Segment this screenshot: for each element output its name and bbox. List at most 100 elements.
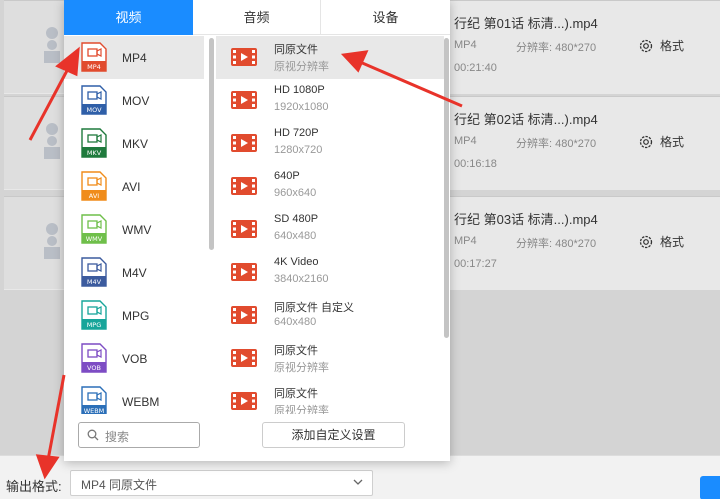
file-format-badge: AVI (89, 192, 99, 200)
quality-item[interactable]: 640P 960x640 (216, 165, 444, 208)
film-icon (231, 177, 257, 195)
file-format-icon: WMV (81, 214, 107, 244)
quality-item[interactable]: 同原文件 原视分辨率 (216, 36, 444, 79)
file-format-icon: M4V (81, 257, 107, 287)
quality-resolution: 640x480 (274, 230, 317, 242)
file-thumbnail (4, 197, 66, 289)
format-list-scrollbar[interactable] (209, 38, 214, 250)
file-format-badge: MPG (87, 321, 102, 329)
chevron-down-icon (353, 479, 363, 485)
film-icon (231, 263, 257, 281)
format-item-mp4[interactable]: MP4 MP4 (64, 36, 204, 79)
gear-icon (639, 39, 653, 52)
tab-device[interactable]: 设备 (321, 0, 450, 35)
file-format-badge: WMV (86, 235, 103, 243)
format-item-mpg[interactable]: MPG MPG (64, 294, 204, 337)
film-icon (231, 91, 257, 109)
file-resolution: 分辨率: 480*270 (516, 138, 597, 150)
file-format-icon: MKV (81, 128, 107, 158)
format-name: MKV (122, 137, 149, 151)
quality-resolution: 1280x720 (274, 144, 323, 156)
file-duration: 00:16:18 (454, 158, 497, 170)
format-item-vob[interactable]: VOB VOB (64, 337, 204, 380)
quality-item[interactable]: HD 1080P 1920x1080 (216, 79, 444, 122)
search-icon (87, 429, 99, 441)
file-format-icon: VOB (81, 343, 107, 373)
format-item-mov[interactable]: MOV MOV (64, 79, 204, 122)
file-format-badge: VOB (87, 364, 101, 372)
quality-list: 同原文件 原视分辨率 HD 1080P 1920x1080 HD 720P 1280x72… (216, 36, 444, 414)
format-list: MP4 MP4 MOV MOV MKV MKV AVI AVI WMV WMV M4V M4V MPG M… (64, 36, 214, 414)
quality-resolution: 原视分辨率 (274, 362, 329, 374)
quality-name: 同原文件 (274, 44, 318, 56)
quality-resolution: 1920x1080 (274, 101, 329, 113)
quality-list-scrollbar[interactable] (444, 38, 449, 338)
file-title: 行纪 第03话 标清...).mp4 (454, 212, 598, 227)
tab-audio[interactable]: 音频 (193, 0, 321, 35)
bottom-bar: 输出格式: MP4 同原文件 (0, 455, 720, 499)
file-format-badge: MOV (86, 106, 102, 114)
file-format-icon: MP4 (81, 42, 107, 72)
search-input[interactable]: 搜索 (78, 422, 200, 448)
quality-name: SD 480P (274, 213, 319, 225)
quality-item[interactable]: SD 480P 640x480 (216, 208, 444, 251)
search-placeholder: 搜索 (105, 430, 130, 444)
film-icon (231, 134, 257, 152)
quality-item[interactable]: HD 720P 1280x720 (216, 122, 444, 165)
file-resolution: 分辨率: 480*270 (516, 42, 597, 54)
format-settings-button[interactable]: 格式 (638, 133, 684, 150)
format-name: WEBM (122, 395, 160, 409)
quality-item[interactable]: 同原文件 原视分辨率 (216, 380, 444, 414)
quality-name: HD 1080P (274, 84, 325, 96)
format-settings-button[interactable]: 格式 (638, 37, 684, 54)
file-format-icon: MOV (81, 85, 107, 115)
quality-name: 同原文件 (274, 345, 318, 357)
quality-name: 同原文件 自定义 (274, 302, 355, 314)
format-item-mkv[interactable]: MKV MKV (64, 122, 204, 165)
film-icon (231, 306, 257, 324)
file-format: MP4 (454, 135, 477, 147)
quality-item[interactable]: 同原文件 原视分辨率 (216, 337, 444, 380)
video-camera-icon (44, 123, 60, 159)
film-icon (231, 392, 257, 410)
output-format-select[interactable]: MP4 同原文件 (70, 470, 373, 496)
file-thumbnail (4, 97, 66, 189)
file-format: MP4 (454, 39, 477, 51)
format-name: AVI (122, 180, 141, 194)
format-settings-label: 格式 (660, 39, 685, 53)
format-item-avi[interactable]: AVI AVI (64, 165, 204, 208)
file-duration: 00:21:40 (454, 62, 497, 74)
film-icon (231, 349, 257, 367)
file-format-icon: WEBM (81, 386, 107, 414)
gear-icon (639, 135, 653, 148)
quality-resolution: 原视分辨率 (274, 61, 329, 73)
tab-video[interactable]: 视频 (64, 0, 193, 35)
convert-button[interactable] (700, 476, 720, 499)
quality-name: 4K Video (274, 256, 319, 268)
quality-name: 同原文件 (274, 388, 318, 400)
format-settings-button[interactable]: 格式 (638, 233, 684, 250)
format-name: MP4 (122, 51, 147, 65)
file-format-badge: MKV (87, 149, 102, 157)
format-item-m4v[interactable]: M4V M4V (64, 251, 204, 294)
output-format-value: MP4 同原文件 (81, 478, 158, 492)
format-item-wmv[interactable]: WMV WMV (64, 208, 204, 251)
file-format-icon: AVI (81, 171, 107, 201)
file-title: 行纪 第02话 标清...).mp4 (454, 112, 598, 127)
format-popup: 视频 音频 设备 MP4 MP4 MOV MOV MKV MKV AVI AVI WMV WMV M… (64, 0, 450, 461)
format-name: MPG (122, 309, 150, 323)
add-custom-button[interactable]: 添加自定义设置 (262, 422, 405, 448)
film-icon (231, 220, 257, 238)
quality-resolution: 960x640 (274, 187, 317, 199)
file-resolution: 分辨率: 480*270 (516, 238, 597, 250)
format-name: MOV (122, 94, 150, 108)
quality-item[interactable]: 同原文件 自定义 640x480 (216, 294, 444, 337)
format-item-webm[interactable]: WEBM WEBM (64, 380, 204, 414)
file-format-icon: MPG (81, 300, 107, 330)
format-tabs: 视频 音频 设备 (64, 0, 450, 35)
format-name: M4V (122, 266, 147, 280)
file-duration: 00:17:27 (454, 258, 497, 270)
format-name: VOB (122, 352, 148, 366)
video-camera-icon (44, 223, 60, 259)
quality-item[interactable]: 4K Video 3840x2160 (216, 251, 444, 294)
